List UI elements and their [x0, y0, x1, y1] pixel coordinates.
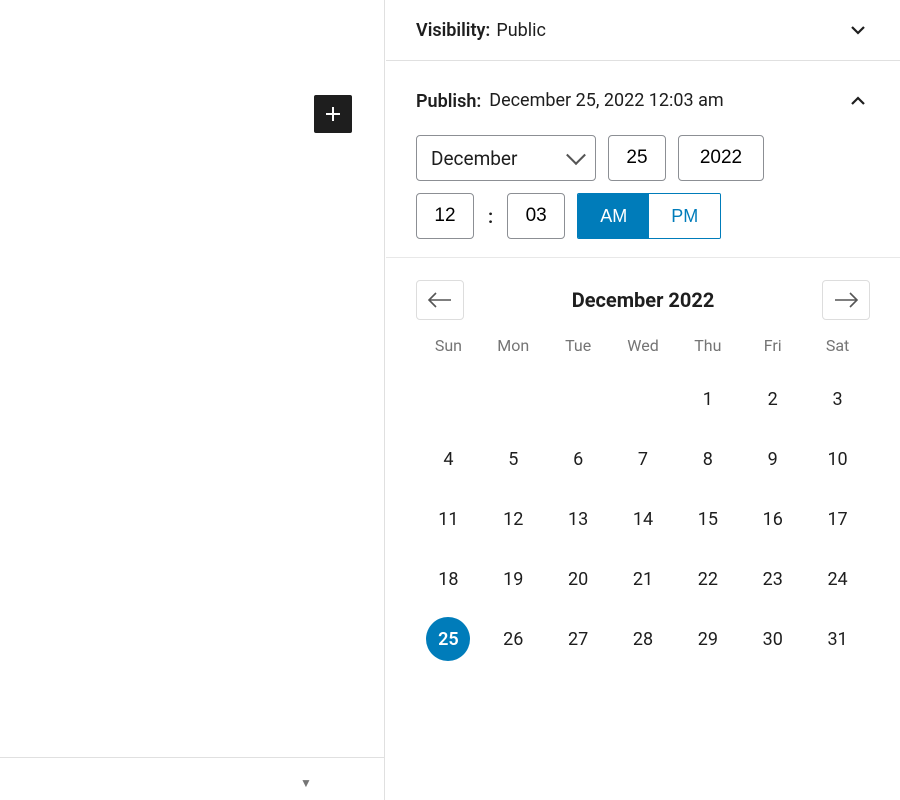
calendar-weekday: Fri [740, 336, 805, 361]
date-row: December [416, 135, 870, 181]
calendar-day[interactable]: 12 [491, 497, 535, 541]
publish-panel-toggle[interactable]: Publish: December 25, 2022 12:03 am [386, 61, 900, 125]
minute-input[interactable] [507, 193, 565, 239]
calendar-weekday: Sun [416, 336, 481, 361]
calendar-day[interactable]: 11 [426, 497, 470, 541]
calendar: December 2022 SunMonTueWedThuFriSat12345… [386, 258, 900, 671]
am-button[interactable]: AM [578, 194, 649, 238]
calendar-weekday: Thu [675, 336, 740, 361]
calendar-day[interactable]: 16 [751, 497, 795, 541]
chevron-down-icon [846, 18, 870, 42]
calendar-empty-cell [426, 377, 470, 421]
year-input[interactable] [678, 135, 764, 181]
calendar-day[interactable]: 19 [491, 557, 535, 601]
calendar-day[interactable]: 6 [556, 437, 600, 481]
caret-down-icon[interactable]: ▼ [300, 776, 312, 790]
calendar-day[interactable]: 23 [751, 557, 795, 601]
calendar-empty-cell [491, 377, 535, 421]
calendar-day[interactable]: 4 [426, 437, 470, 481]
arrow-left-icon [427, 291, 453, 309]
next-month-button[interactable] [822, 280, 870, 320]
calendar-nav: December 2022 [416, 280, 870, 320]
publish-label: Publish: [416, 89, 481, 112]
calendar-day[interactable]: 1 [686, 377, 730, 421]
calendar-day[interactable]: 5 [491, 437, 535, 481]
publish-datetime-display: December 25, 2022 12:03 am [489, 89, 723, 113]
calendar-day[interactable]: 29 [686, 617, 730, 661]
calendar-day[interactable]: 18 [426, 557, 470, 601]
calendar-day[interactable]: 2 [751, 377, 795, 421]
chevron-up-icon [846, 89, 870, 113]
prev-month-button[interactable] [416, 280, 464, 320]
plus-icon [321, 102, 345, 126]
month-select-value: December [431, 147, 517, 170]
calendar-empty-cell [556, 377, 600, 421]
time-colon: : [486, 205, 495, 228]
visibility-panel-toggle[interactable]: Visibility: Public [386, 0, 900, 61]
calendar-day[interactable]: 13 [556, 497, 600, 541]
calendar-day[interactable]: 8 [686, 437, 730, 481]
calendar-empty-cell [621, 377, 665, 421]
hour-input[interactable] [416, 193, 474, 239]
arrow-right-icon [833, 291, 859, 309]
calendar-day[interactable]: 31 [816, 617, 860, 661]
calendar-day[interactable]: 17 [816, 497, 860, 541]
calendar-title: December 2022 [572, 288, 715, 312]
calendar-weekday: Tue [546, 336, 611, 361]
editor-canvas: ▼ [0, 0, 385, 800]
calendar-day[interactable]: 7 [621, 437, 665, 481]
add-block-button[interactable] [314, 95, 352, 133]
settings-sidebar: Visibility: Public Publish: December 25,… [386, 0, 900, 800]
calendar-day[interactable]: 15 [686, 497, 730, 541]
time-row: : AM PM [416, 193, 870, 239]
calendar-day[interactable]: 28 [621, 617, 665, 661]
calendar-day[interactable]: 26 [491, 617, 535, 661]
calendar-weekday: Sat [805, 336, 870, 361]
month-select[interactable]: December [416, 135, 596, 181]
calendar-day[interactable]: 9 [751, 437, 795, 481]
calendar-day[interactable]: 21 [621, 557, 665, 601]
visibility-label: Visibility: [416, 20, 490, 41]
calendar-day[interactable]: 25 [426, 617, 470, 661]
calendar-day[interactable]: 10 [816, 437, 860, 481]
divider [0, 757, 385, 758]
day-input[interactable] [608, 135, 666, 181]
pm-button[interactable]: PM [649, 194, 720, 238]
calendar-day[interactable]: 20 [556, 557, 600, 601]
calendar-day[interactable]: 3 [816, 377, 860, 421]
calendar-grid: SunMonTueWedThuFriSat1234567891011121314… [416, 336, 870, 661]
visibility-label-group: Visibility: Public [416, 20, 546, 41]
calendar-day[interactable]: 24 [816, 557, 860, 601]
visibility-value: Public [496, 20, 546, 41]
calendar-weekday: Wed [611, 336, 676, 361]
calendar-day[interactable]: 22 [686, 557, 730, 601]
calendar-day[interactable]: 30 [751, 617, 795, 661]
ampm-toggle: AM PM [577, 193, 721, 239]
calendar-weekday: Mon [481, 336, 546, 361]
publish-label-group: Publish: December 25, 2022 12:03 am [416, 89, 846, 113]
datetime-controls: December : AM PM [386, 125, 900, 258]
calendar-day[interactable]: 27 [556, 617, 600, 661]
calendar-day[interactable]: 14 [621, 497, 665, 541]
